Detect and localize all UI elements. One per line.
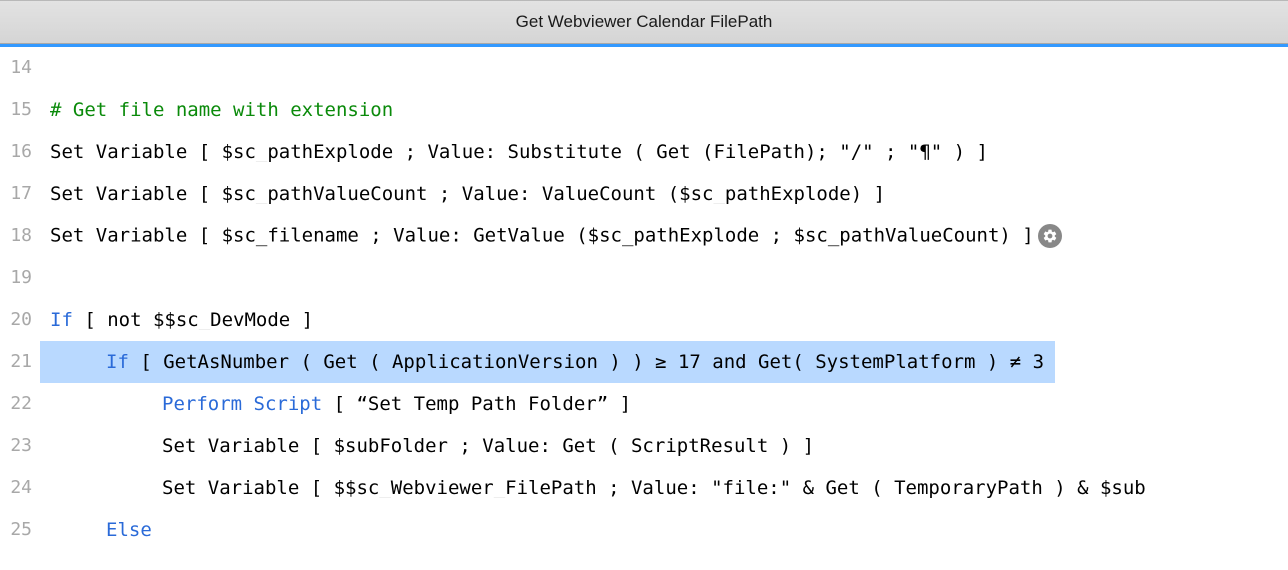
text-token: [ not $$sc_DevMode ] [73, 311, 313, 330]
line-number: 15 [0, 101, 40, 119]
code-content[interactable]: Set Variable [ $sc_filename ; Value: Get… [40, 224, 1288, 248]
text-token: Set Variable [ $$sc_Webviewer_FilePath ;… [162, 479, 1146, 498]
code-content[interactable]: If [ not $$sc_DevMode ] [40, 311, 1288, 330]
text-token: Set Variable [ $sc_pathValueCount ; Valu… [50, 185, 885, 204]
line-number: 19 [0, 269, 40, 287]
code-content[interactable]: Set Variable [ $$sc_Webviewer_FilePath ;… [40, 479, 1288, 498]
code-line[interactable]: 14 [0, 47, 1288, 89]
line-number: 18 [0, 227, 40, 245]
text-token: GetAsNumber ( Get ( ApplicationVersion )… [163, 351, 1055, 373]
code-line[interactable]: 16 Set Variable [ $sc_pathExplode ; Value… [0, 131, 1288, 173]
code-content[interactable]: Perform Script [ “Set Temp Path Folder” … [40, 395, 1288, 414]
code-content[interactable]: If [ GetAsNumber ( Get ( ApplicationVers… [40, 341, 1288, 383]
line-number: 17 [0, 185, 40, 203]
code-line[interactable]: 20If [ not $$sc_DevMode ] [0, 299, 1288, 341]
text-token: Set Variable [ $subFolder ; Value: Get (… [162, 437, 814, 456]
code-line[interactable]: 18 Set Variable [ $sc_filename ; Value: G… [0, 215, 1288, 257]
comment-token: # Get file name with extension [50, 101, 393, 120]
code-line[interactable]: 15 # Get file name with extension [0, 89, 1288, 131]
code-content[interactable]: Set Variable [ $sc_pathExplode ; Value: … [40, 143, 1288, 162]
code-line[interactable]: 23 Set Variable [ $subFolder ; Value: Get… [0, 425, 1288, 467]
gear-icon[interactable] [1038, 224, 1062, 248]
text-token: Set Variable [ $sc_filename ; Value: Get… [50, 225, 1034, 247]
keyword-token: Perform Script [162, 395, 322, 414]
code-line[interactable]: 24 Set Variable [ $$sc_Webviewer_FilePath… [0, 467, 1288, 509]
code-content[interactable]: Set Variable [ $subFolder ; Value: Get (… [40, 437, 1288, 456]
code-content[interactable]: Else [40, 521, 1288, 540]
code-line[interactable]: 22Perform Script [ “Set Temp Path Folder… [0, 383, 1288, 425]
line-number: 16 [0, 143, 40, 161]
keyword-token: If [50, 311, 73, 330]
code-line[interactable]: 17 Set Variable [ $sc_pathValueCount ; Va… [0, 173, 1288, 215]
line-number: 14 [0, 59, 40, 77]
text-token: Set Variable [ $sc_pathExplode ; Value: … [50, 143, 988, 162]
line-number: 23 [0, 437, 40, 455]
selection-highlight: If [ GetAsNumber ( Get ( ApplicationVers… [40, 341, 1055, 383]
window-title: Get Webviewer Calendar FilePath [516, 12, 773, 32]
text-token: [ “Set Temp Path Folder” ] [322, 395, 631, 414]
text-token: [ [129, 351, 163, 373]
line-number: 20 [0, 311, 40, 329]
window-titlebar: Get Webviewer Calendar FilePath [0, 0, 1288, 44]
keyword-token: Else [106, 521, 152, 540]
line-number: 25 [0, 521, 40, 539]
code-line[interactable]: 21If [ GetAsNumber ( Get ( ApplicationVe… [0, 341, 1288, 383]
keyword-token: If [106, 351, 129, 373]
code-content[interactable]: # Get file name with extension [40, 101, 1288, 120]
line-number: 22 [0, 395, 40, 413]
line-number: 21 [0, 353, 40, 371]
code-line[interactable]: 25 Else [0, 509, 1288, 551]
code-content[interactable] [40, 59, 1288, 78]
code-content[interactable]: Set Variable [ $sc_pathValueCount ; Valu… [40, 185, 1288, 204]
line-number: 24 [0, 479, 40, 497]
script-editor[interactable]: 14 15 # Get file name with extension 16 Set … [0, 47, 1288, 551]
code-line[interactable]: 19 [0, 257, 1288, 299]
code-content[interactable] [40, 269, 1288, 288]
